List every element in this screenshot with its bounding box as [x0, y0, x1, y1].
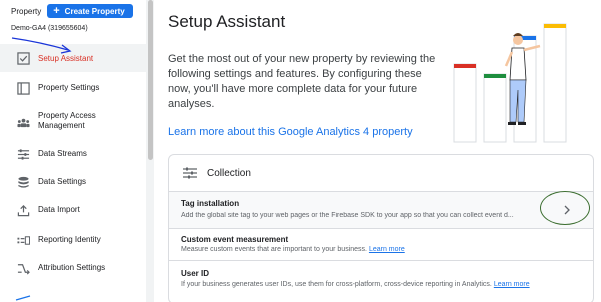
property-header: Property + Create Property [11, 4, 133, 18]
row-description: Add the global site tag to your web page… [181, 212, 514, 219]
identity-icon [17, 236, 30, 245]
property-label: Property [11, 6, 42, 16]
learn-more-link[interactable]: Learn more [494, 281, 530, 288]
sidebar-item-property-access-management[interactable]: Property Access Management [0, 106, 146, 138]
row-title: Tag installation [181, 199, 240, 208]
attribution-icon [17, 264, 30, 275]
streams-icon [17, 149, 30, 160]
annotation-circle [540, 191, 590, 225]
sidebar-item-data-settings[interactable]: Data Settings [0, 168, 146, 196]
window-icon [17, 82, 30, 95]
row-title: Custom event measurement [181, 235, 289, 244]
streams-icon [183, 167, 197, 179]
setup-illustration-icon [453, 23, 567, 143]
sidebar-item-label: Attribution Settings [38, 263, 106, 272]
sidebar-item-data-streams[interactable]: Data Streams [0, 140, 146, 168]
sidebar-scrollbar[interactable] [148, 0, 153, 160]
create-property-label: Create Property [64, 6, 125, 16]
sidebar-item-label: Reporting Identity [38, 235, 101, 244]
row-tag-installation[interactable]: Tag installation Add the global site tag… [169, 191, 593, 228]
partial-nav-icon [15, 295, 31, 301]
create-property-button[interactable]: + Create Property [47, 4, 133, 18]
row-custom-event-measurement[interactable]: Custom event measurement Measure custom … [169, 228, 593, 260]
annotation-arrow-icon [11, 37, 72, 54]
row-description: Measure custom events that are important… [181, 246, 405, 253]
account-id: Demo-GA4 (319655604) [11, 25, 88, 32]
sidebar-item-label: Data Streams [38, 149, 87, 158]
row-title: User ID [181, 269, 210, 278]
learn-more-link[interactable]: Learn more [369, 246, 405, 253]
plus-icon: + [53, 5, 60, 17]
sidebar-item-label: Data Settings [38, 177, 87, 186]
row-description-text: Measure custom events that are important… [181, 246, 367, 253]
collection-title: Collection [207, 168, 251, 179]
page-title: Setup Assistant [168, 12, 286, 31]
collection-card: Collection Tag installation Add the glob… [168, 154, 594, 302]
database-icon [18, 176, 29, 188]
row-description-text: If your business generates user IDs, use… [181, 281, 492, 288]
learn-more-link[interactable]: Learn more about this Google Analytics 4… [168, 126, 413, 138]
sidebar-item-reporting-identity[interactable]: Reporting Identity [0, 226, 146, 254]
row-user-id[interactable]: User ID If your business generates user … [169, 260, 593, 302]
intro-text: Get the most out of your new property by… [168, 53, 436, 110]
sidebar-item-label: Property Access Management [38, 111, 96, 130]
upload-icon [17, 205, 30, 217]
people-icon [17, 118, 30, 128]
sidebar-item-data-import[interactable]: Data Import [0, 196, 146, 224]
sidebar-item-label: Data Import [38, 205, 80, 214]
sidebar-item-attribution-settings[interactable]: Attribution Settings [0, 254, 146, 282]
row-description: If your business generates user IDs, use… [181, 281, 530, 288]
sidebar-item-property-settings[interactable]: Property Settings [0, 74, 146, 102]
collection-header: Collection [169, 155, 593, 191]
sidebar-item-label: Property Settings [38, 83, 100, 92]
